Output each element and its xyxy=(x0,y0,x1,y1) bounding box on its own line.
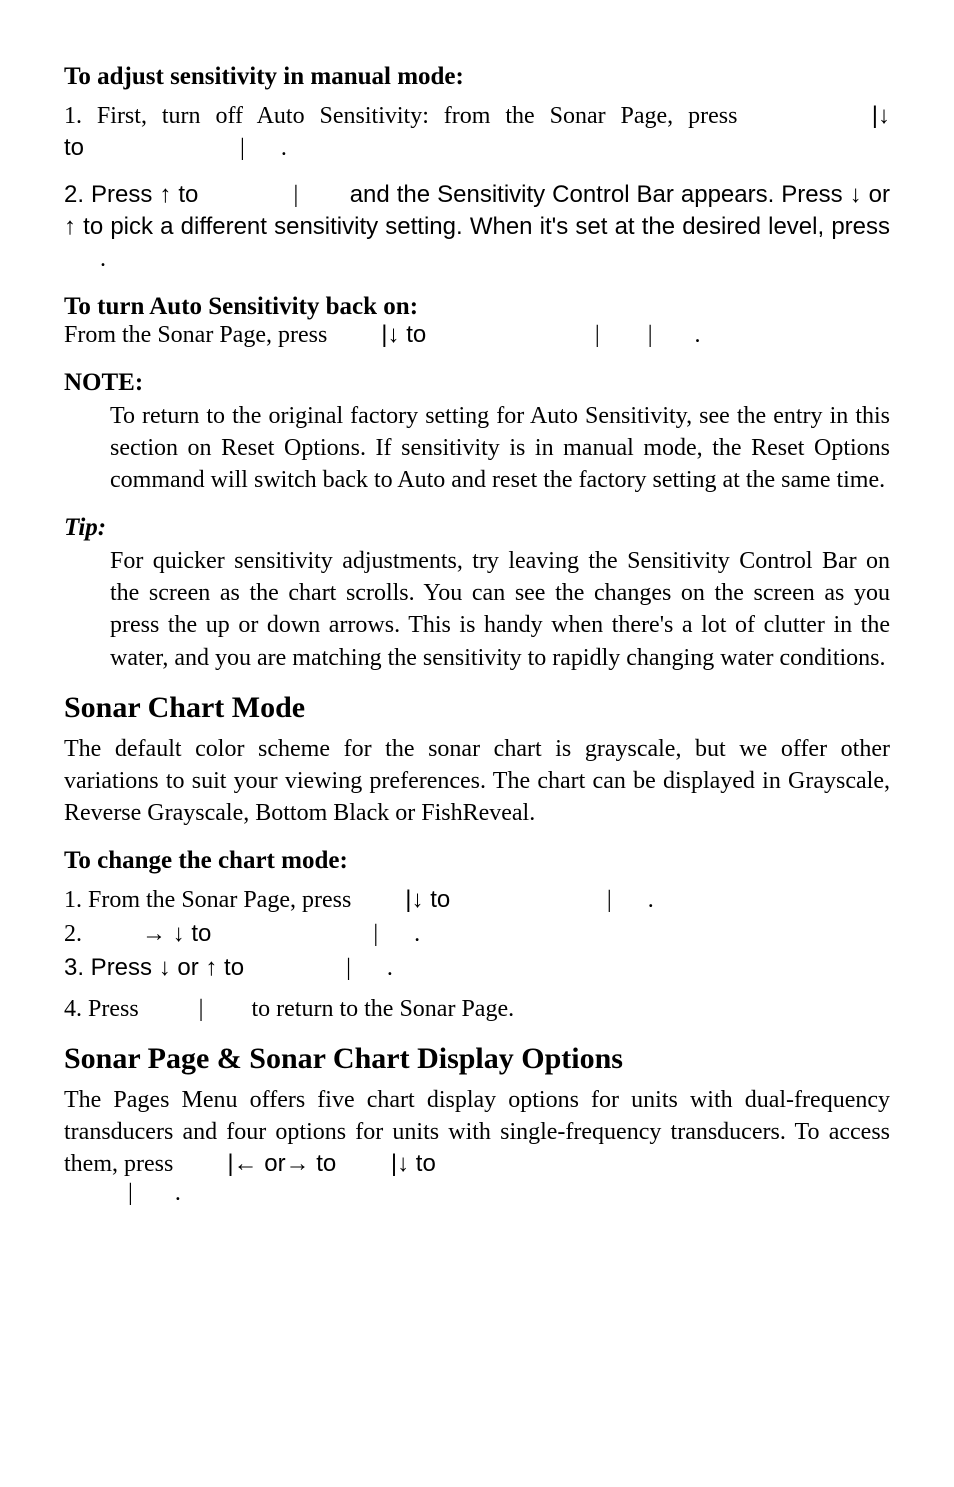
auto-back-nav-c: | xyxy=(589,322,606,348)
change-chart-s2a: 2. xyxy=(64,921,82,947)
adjust-sensitivity-heading: To adjust sensitivity in manual mode: xyxy=(64,60,890,94)
note-block: NOTE: To return to the original factory … xyxy=(64,366,890,497)
auto-back-dot: . xyxy=(695,322,701,348)
auto-back-line: From the Sonar Page, press |↓ to | | . xyxy=(64,319,890,351)
note-heading: NOTE: xyxy=(64,366,890,400)
auto-back-heading: To turn Auto Sensitivity back on: xyxy=(64,290,890,324)
change-chart-step-1: 1. From the Sonar Page, press |↓ to | . xyxy=(64,884,890,916)
page-display-body-d: | xyxy=(128,1180,139,1206)
auto-back-nav-b: |↓ to xyxy=(381,321,433,348)
tip-body: For quicker sensitivity adjustments, try… xyxy=(64,545,890,675)
adjust-step-1: 1. First, turn off Auto Sensitivity: fro… xyxy=(64,100,890,165)
change-chart-s4a: 4. Press xyxy=(64,996,145,1022)
change-chart-step-3: 3. Press ↓ or ↑ to | . xyxy=(64,952,890,984)
adjust-step-1-dot: . xyxy=(281,135,287,161)
adjust-step-2-dot: . xyxy=(100,246,106,272)
change-chart-s3c: . xyxy=(387,955,393,981)
auto-back-nav-d: | xyxy=(642,322,659,348)
page-display-body: The Pages Menu offers five chart display… xyxy=(64,1084,890,1181)
change-chart-heading: To change the chart mode: xyxy=(64,844,890,878)
change-chart-s1c: | xyxy=(601,887,618,913)
change-chart-s2c: | xyxy=(367,921,384,947)
page-display-body-a: The Pages Menu offers five chart display… xyxy=(64,1087,890,1178)
adjust-step-1-text-a: 1. First, turn off Auto Sensitivity: fro… xyxy=(64,103,752,129)
adjust-step-1-nav-c: | xyxy=(234,135,245,161)
change-chart-s1a: 1. From the Sonar Page, press xyxy=(64,887,357,913)
change-chart-s1d: . xyxy=(648,887,654,913)
change-chart-step-4: 4. Press | to return to the Sonar Page. xyxy=(64,993,890,1025)
change-chart-s3b: | xyxy=(340,955,357,981)
change-chart-s4c: to return to the Sonar Page. xyxy=(245,996,514,1022)
change-chart-s2b: → ↓ to xyxy=(142,920,211,947)
page-display-body-b: |← or→ to xyxy=(227,1150,343,1177)
page-display-heading: Sonar Page & Sonar Chart Display Options xyxy=(64,1039,890,1080)
page-display-body-e: . xyxy=(175,1180,181,1206)
change-chart-step-2: 2. → ↓ to | . xyxy=(64,918,890,950)
tip-heading: Tip: xyxy=(64,511,890,545)
change-chart-s3a: 3. Press ↓ or ↑ to xyxy=(64,954,244,981)
auto-back-text-a: From the Sonar Page, press xyxy=(64,322,333,348)
change-chart-s2d: . xyxy=(414,921,420,947)
tip-block: Tip: For quicker sensitivity adjustments… xyxy=(64,511,890,674)
page-display-option-line: | . xyxy=(64,1177,890,1209)
change-chart-s1b: |↓ to xyxy=(405,886,457,913)
adjust-step-2-text-a: 2. Press ↑ to xyxy=(64,181,198,208)
change-chart-s4b: | xyxy=(193,996,210,1022)
note-body: To return to the original factory settin… xyxy=(64,400,890,497)
sonar-chart-mode-heading: Sonar Chart Mode xyxy=(64,688,890,729)
adjust-step-2: 2. Press ↑ to | and the Sensitivity Cont… xyxy=(64,179,890,276)
page-display-body-c: |↓ to xyxy=(391,1150,436,1177)
sonar-chart-mode-body: The default color scheme for the sonar c… xyxy=(64,733,890,830)
adjust-step-2-nav-b: | xyxy=(287,182,304,208)
